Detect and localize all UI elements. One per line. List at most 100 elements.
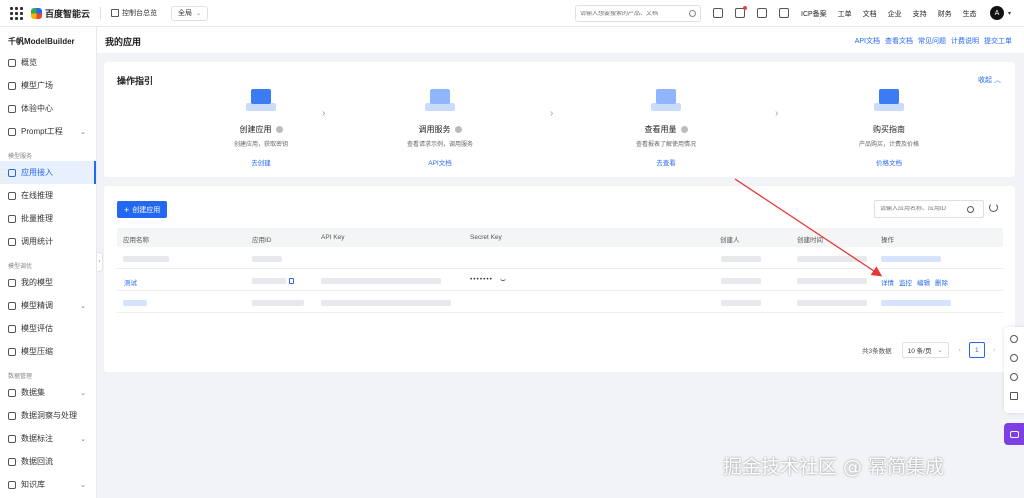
sidebar-item-online-inference[interactable]: 在线推理 [0, 184, 96, 207]
sidebar-item-batch-inference[interactable]: 批量推理 [0, 207, 96, 230]
step-link-api-docs[interactable]: API文档 [380, 157, 500, 167]
redacted-api-key [321, 278, 441, 284]
top-menu-ticket[interactable]: 工单 [838, 9, 852, 19]
sidebar-title: 千帆ModelBuilder [8, 37, 75, 46]
message-icon[interactable] [735, 6, 747, 18]
top-menu-support[interactable]: 支持 [913, 9, 927, 19]
action-delete[interactable]: 删除 [935, 277, 948, 287]
top-menu-finance[interactable]: 财务 [938, 9, 952, 19]
my-models-icon [8, 278, 16, 287]
action-edit[interactable]: 编辑 [917, 277, 930, 287]
sidebar-item-label: 模型压缩 [21, 347, 53, 356]
operation-guide-card: 操作指引 收起 ︿ 创建应用 创建应用，获取密钥 去创建 › 调用服务 查看请求… [104, 62, 1015, 177]
sidebar-item-label: 应用接入 [21, 168, 53, 177]
info-icon[interactable] [275, 126, 283, 133]
page-title: 我的应用 [105, 37, 142, 47]
step-desc: 创建应用，获取密钥 [233, 142, 288, 148]
phone-icon[interactable] [1010, 373, 1018, 381]
app-name-link[interactable]: 测试 [124, 277, 137, 287]
sidebar-item-data-reflow[interactable]: 数据回流 [0, 450, 96, 473]
caret-down-icon[interactable]: ▾ [1008, 10, 1011, 17]
sidebar-item-call-stats[interactable]: 调用统计 [0, 230, 96, 253]
info-icon[interactable] [680, 126, 688, 133]
page-size-select[interactable]: 10 条/页 ⌄ [901, 342, 949, 358]
redacted-cell [252, 300, 304, 306]
step-link-pricing[interactable]: 价格文档 [829, 157, 949, 167]
cart-icon[interactable] [757, 8, 767, 18]
sidebar-item-overview[interactable]: 概览 [0, 51, 96, 74]
table-row [117, 248, 1003, 269]
sidebar-item-knowledge-base[interactable]: 知识库 ⌄ [0, 473, 96, 496]
info-icon[interactable] [454, 126, 462, 133]
top-menu-icp[interactable]: ICP备案 [801, 9, 827, 19]
heart-icon[interactable] [1010, 335, 1018, 343]
col-api-key: API Key [321, 234, 345, 241]
copy-icon[interactable] [289, 278, 294, 284]
eye-icon[interactable] [500, 278, 506, 281]
plus-icon: + [124, 204, 130, 215]
action-monitor[interactable]: 监控 [899, 277, 912, 287]
page-number-current[interactable]: 1 [968, 342, 985, 358]
screen-icon[interactable] [779, 8, 789, 18]
search-icon[interactable] [967, 205, 974, 213]
sidebar-item-datasets[interactable]: 数据集 ⌄ [0, 381, 96, 404]
sidebar-item-data-label[interactable]: 数据标注 ⌄ [0, 427, 96, 450]
top-menu-docs[interactable]: 文档 [863, 9, 877, 19]
col-app-name: 应用名称 [123, 237, 149, 244]
sidebar-item-experience[interactable]: 体验中心 [0, 97, 96, 120]
app-search-input[interactable] [875, 206, 963, 212]
sidebar-item-app-access[interactable]: 应用接入 [0, 161, 96, 184]
next-page-icon[interactable]: › [993, 347, 995, 354]
help-icon[interactable] [1010, 354, 1018, 362]
create-app-button[interactable]: + 创建应用 [117, 201, 168, 218]
link-api-docs[interactable]: API文档 [855, 36, 880, 46]
step-link-create[interactable]: 去创建 [201, 157, 321, 167]
grid-icon[interactable] [1010, 392, 1018, 400]
sidebar-item-prompt[interactable]: Prompt工程 ⌄ [0, 120, 96, 143]
sidebar-item-model-square[interactable]: 模型广场 [0, 74, 96, 97]
sidebar-item-label: 模型评估 [21, 324, 53, 333]
top-menu-enterprise[interactable]: 企业 [888, 9, 902, 19]
dataset-icon [8, 388, 16, 397]
app-grid-icon[interactable] [9, 6, 23, 20]
redacted-cell [797, 256, 867, 262]
link-faq[interactable]: 常见问题 [918, 36, 946, 46]
sidebar-item-data-insight[interactable]: 数据洞察与处理 [0, 404, 96, 427]
action-detail[interactable]: 详情 [881, 277, 894, 287]
sidebar-group-label: 模型调优 [8, 264, 33, 270]
global-search [575, 5, 701, 22]
refresh-icon[interactable] [989, 203, 998, 212]
guide-collapse-button[interactable]: 收起 ︿ [978, 75, 1001, 85]
step-link-view[interactable]: 去查看 [606, 157, 726, 167]
global-search-input[interactable] [580, 10, 690, 17]
link-submit-ticket[interactable]: 提交工单 [984, 36, 1012, 46]
chat-icon [1009, 430, 1019, 438]
baidu-cloud-logo[interactable]: 百度智能云 [31, 7, 90, 20]
chevron-right-icon: › [550, 108, 554, 119]
guide-collapse-label: 收起 [978, 77, 993, 84]
prev-page-icon[interactable]: ‹ [959, 347, 961, 354]
chevron-down-icon: ⌄ [80, 302, 86, 310]
sidebar-item-my-models[interactable]: 我的模型 [0, 271, 96, 294]
avatar[interactable]: A [990, 6, 1004, 20]
sidebar-item-label: 模型精调 [21, 301, 53, 310]
link-view-docs[interactable]: 查看文档 [885, 36, 913, 46]
sidebar-item-model-compress[interactable]: 模型压缩 [0, 340, 96, 363]
step-desc: 产品购买，计费及价格 [858, 142, 919, 148]
search-icon[interactable] [689, 10, 696, 17]
chat-float-button[interactable] [1004, 423, 1024, 445]
col-app-id: 应用ID [252, 237, 272, 244]
console-home-link[interactable]: 控制台总览 [111, 8, 157, 18]
guide-title: 操作指引 [117, 76, 154, 86]
top-menu-ecosystem[interactable]: 生态 [963, 9, 977, 19]
sidebar-item-model-eval[interactable]: 模型评估 [0, 317, 96, 340]
redacted-cell [721, 256, 761, 262]
region-select[interactable]: 全局 ⌄ [171, 5, 209, 21]
qr-code-icon[interactable] [713, 8, 723, 18]
link-billing[interactable]: 计费说明 [951, 36, 979, 46]
sidebar-item-fine-tune[interactable]: 模型精调 ⌄ [0, 294, 96, 317]
chevron-right-icon: › [322, 108, 326, 119]
stats-icon [8, 237, 16, 246]
sidebar-collapse-handle[interactable]: ‹ [96, 252, 103, 272]
step-name: 查看用量 [606, 124, 726, 135]
